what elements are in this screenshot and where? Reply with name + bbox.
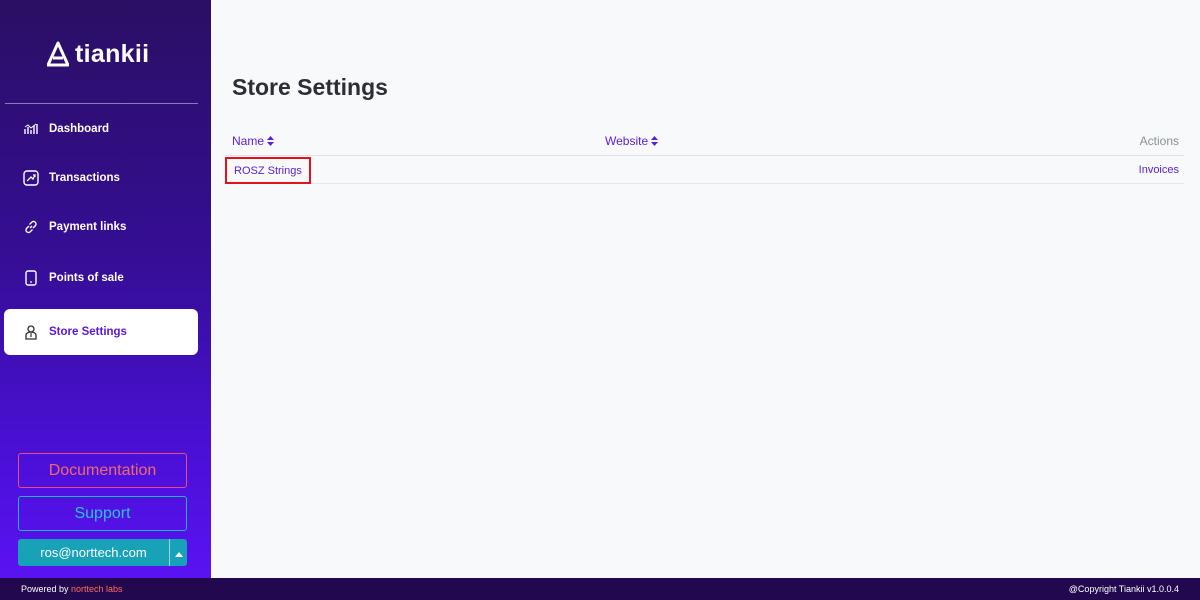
support-button[interactable]: Support [18,496,187,531]
sidebar-item-points-of-sale[interactable]: Points of sale [4,255,198,301]
sidebar-item-dashboard[interactable]: Dashboard [4,106,198,152]
copyright-text: @Copyright Tiankii v1.0.0.4 [1068,584,1179,594]
invoices-link[interactable]: Invoices [1139,164,1179,176]
main-content: Store Settings Name Website Actions ROSZ… [211,0,1200,578]
user-email-button[interactable]: ros@norttech.com [18,539,169,566]
sidebar-item-transactions[interactable]: Transactions [4,155,198,201]
table-row: ROSZ Strings Invoices [225,156,1184,184]
column-header-actions: Actions [1139,134,1179,148]
chart-icon [22,120,40,138]
sidebar-item-label: Payment links [49,221,127,233]
sidebar-item-label: Dashboard [49,123,110,135]
column-header-label: Name [232,134,265,148]
transactions-icon [22,169,40,187]
sort-icon [267,136,275,146]
table-header: Name Website Actions [225,126,1184,156]
tiankii-logo-icon [47,41,69,67]
sort-icon [651,136,659,146]
stores-table: Name Website Actions ROSZ Strings Invoic… [225,126,1184,184]
sidebar-divider [5,103,198,104]
caret-up-icon [174,544,183,562]
powered-by-brand-link[interactable]: norttech labs [71,584,123,594]
user-menu: ros@norttech.com [18,539,187,566]
sidebar-item-payment-links[interactable]: Payment links [4,204,198,250]
sidebar-item-label: Points of sale [49,272,124,284]
sidebar-item-store-settings[interactable]: Store Settings [4,309,198,355]
link-icon [22,218,40,236]
powered-by: Powered by norttech labs [21,584,123,594]
column-header-name[interactable]: Name [232,134,275,148]
logo-text: tiankii [75,39,150,68]
store-icon [22,323,40,341]
logo[interactable]: tiankii [47,38,149,70]
footer: Powered by norttech labs @Copyright Tian… [0,578,1200,600]
sidebar: tiankii Dashboard Transactions Payment l… [0,0,211,578]
page-title: Store Settings [232,74,388,100]
column-header-website[interactable]: Website [605,134,659,148]
documentation-button[interactable]: Documentation [18,453,187,488]
phone-icon [22,269,40,287]
powered-by-label: Powered by [21,584,72,594]
sidebar-item-label: Transactions [49,172,120,184]
column-header-label: Website [605,134,649,148]
store-name-link[interactable]: ROSZ Strings [225,157,311,184]
user-menu-toggle[interactable] [169,539,187,566]
sidebar-item-label: Store Settings [49,326,127,338]
